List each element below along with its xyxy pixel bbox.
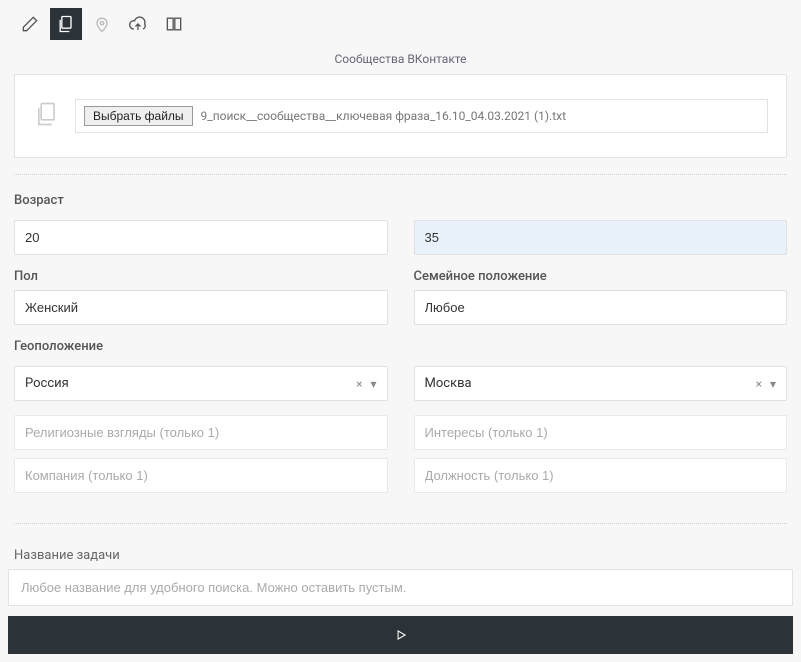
chevron-down-icon[interactable]: ▾	[770, 377, 776, 391]
footer: Название задачи	[0, 542, 801, 662]
clear-icon[interactable]: ×	[756, 377, 762, 391]
file-copy-icon	[33, 100, 61, 132]
run-button[interactable]	[8, 616, 793, 654]
interests-input[interactable]	[414, 415, 788, 450]
company-input[interactable]	[14, 458, 388, 493]
religion-input[interactable]	[14, 415, 388, 450]
geo-label: Геоположение	[14, 339, 388, 354]
choose-files-button[interactable]: Выбрать файлы	[84, 106, 193, 126]
country-select[interactable]: Россия × ▾	[14, 366, 388, 401]
upload-panel: Выбрать файлы 9_поиск__сообщества__ключе…	[14, 74, 787, 158]
gender-input[interactable]	[14, 290, 388, 325]
age-label: Возраст	[14, 193, 388, 208]
age-to-input[interactable]	[414, 220, 788, 255]
file-input-row: Выбрать файлы 9_поиск__сообщества__ключе…	[75, 99, 768, 133]
city-value: Москва	[425, 376, 472, 391]
selected-file-name: 9_поиск__сообщества__ключевая фраза_16.1…	[201, 109, 566, 123]
gender-label: Пол	[14, 269, 388, 284]
form-area: Возраст Пол Семейное положение Геоположе…	[0, 193, 801, 523]
marital-input[interactable]	[414, 290, 788, 325]
toolbar	[0, 0, 801, 48]
marital-label: Семейное положение	[414, 269, 788, 284]
position-input[interactable]	[414, 458, 788, 493]
chevron-down-icon[interactable]: ▾	[370, 377, 376, 391]
task-name-input[interactable]	[8, 569, 793, 606]
age-from-input[interactable]	[14, 220, 388, 255]
copy-files-icon[interactable]	[50, 8, 82, 40]
section-title: Сообщества ВКонтакте	[0, 48, 801, 74]
book-icon[interactable]	[158, 8, 190, 40]
divider	[14, 523, 787, 524]
play-icon	[394, 628, 408, 642]
cloud-upload-icon[interactable]	[122, 8, 154, 40]
edit-icon[interactable]	[14, 8, 46, 40]
pin-icon[interactable]	[86, 8, 118, 40]
divider	[14, 174, 787, 175]
city-select[interactable]: Москва × ▾	[414, 366, 788, 401]
task-name-label: Название задачи	[8, 542, 793, 569]
country-value: Россия	[25, 376, 69, 391]
clear-icon[interactable]: ×	[356, 377, 362, 391]
